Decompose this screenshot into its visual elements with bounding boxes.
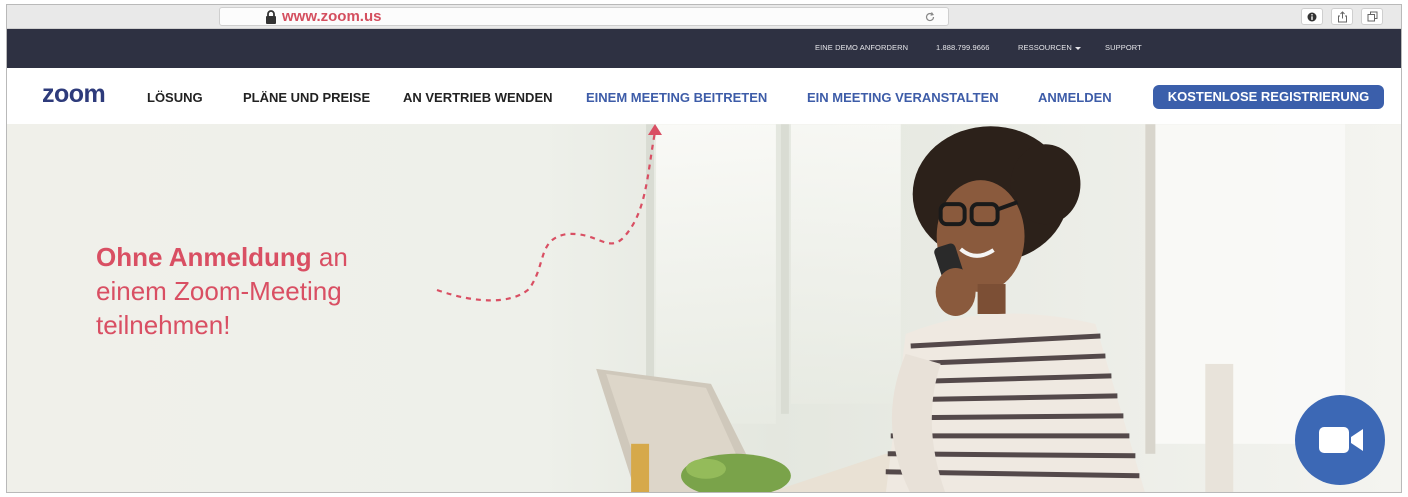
headline-part3: teilnehmen! <box>96 310 231 340</box>
headline-part1: an <box>311 242 348 272</box>
main-navigation: zoom LÖSUNG PLÄNE UND PREISE AN VERTRIEB… <box>7 68 1401 124</box>
headline-part2: einem Zoom-Meeting <box>96 276 342 306</box>
utility-bar: EINE DEMO ANFORDERN 1.888.799.9666 RESSO… <box>7 29 1401 68</box>
chevron-down-icon <box>1074 46 1081 50</box>
address-bar[interactable]: www.zoom.us <box>219 7 949 26</box>
hero-headline: Ohne Anmeldung an einem Zoom-Meeting tei… <box>96 240 348 342</box>
url-text: www.zoom.us <box>282 8 382 25</box>
tabs-icon <box>1367 11 1377 22</box>
signup-button[interactable]: KOSTENLOSE REGISTRIERUNG <box>1153 85 1384 109</box>
request-demo-link[interactable]: EINE DEMO ANFORDERN <box>815 43 908 52</box>
reload-icon[interactable] <box>924 11 936 23</box>
nav-sign-in[interactable]: ANMELDEN <box>1038 90 1112 106</box>
browser-toolbar: www.zoom.us <box>7 5 1401 29</box>
resources-menu[interactable]: RESSOURCEN <box>1018 43 1081 52</box>
share-icon <box>1337 10 1347 22</box>
phone-number[interactable]: 1.888.799.9666 <box>936 43 990 52</box>
nav-host-meeting[interactable]: EIN MEETING VERANSTALTEN <box>807 90 999 106</box>
headline-emphasis: Ohne Anmeldung <box>96 242 312 272</box>
lock-icon <box>266 10 276 24</box>
browser-window: www.zoom.us EINE DEMO ANFORDERN 1.888.79… <box>6 4 1402 493</box>
hero-banner: Ohne Anmeldung an einem Zoom-Meeting tei… <box>7 124 1401 492</box>
nav-solution[interactable]: LÖSUNG <box>147 90 203 106</box>
nav-join-meeting[interactable]: EINEM MEETING BEITRETEN <box>586 90 767 106</box>
share-button[interactable] <box>1331 8 1353 25</box>
nav-plans-pricing[interactable]: PLÄNE UND PREISE <box>243 90 370 106</box>
resources-label: RESSOURCEN <box>1018 43 1072 52</box>
info-button[interactable] <box>1301 8 1323 25</box>
video-camera-icon <box>1319 427 1363 453</box>
tabs-button[interactable] <box>1361 8 1383 25</box>
zoom-logo[interactable]: zoom <box>42 82 106 107</box>
nav-contact-sales[interactable]: AN VERTRIEB WENDEN <box>403 90 553 106</box>
video-button[interactable] <box>1295 395 1385 485</box>
support-link[interactable]: SUPPORT <box>1105 43 1142 52</box>
info-icon <box>1307 12 1317 21</box>
